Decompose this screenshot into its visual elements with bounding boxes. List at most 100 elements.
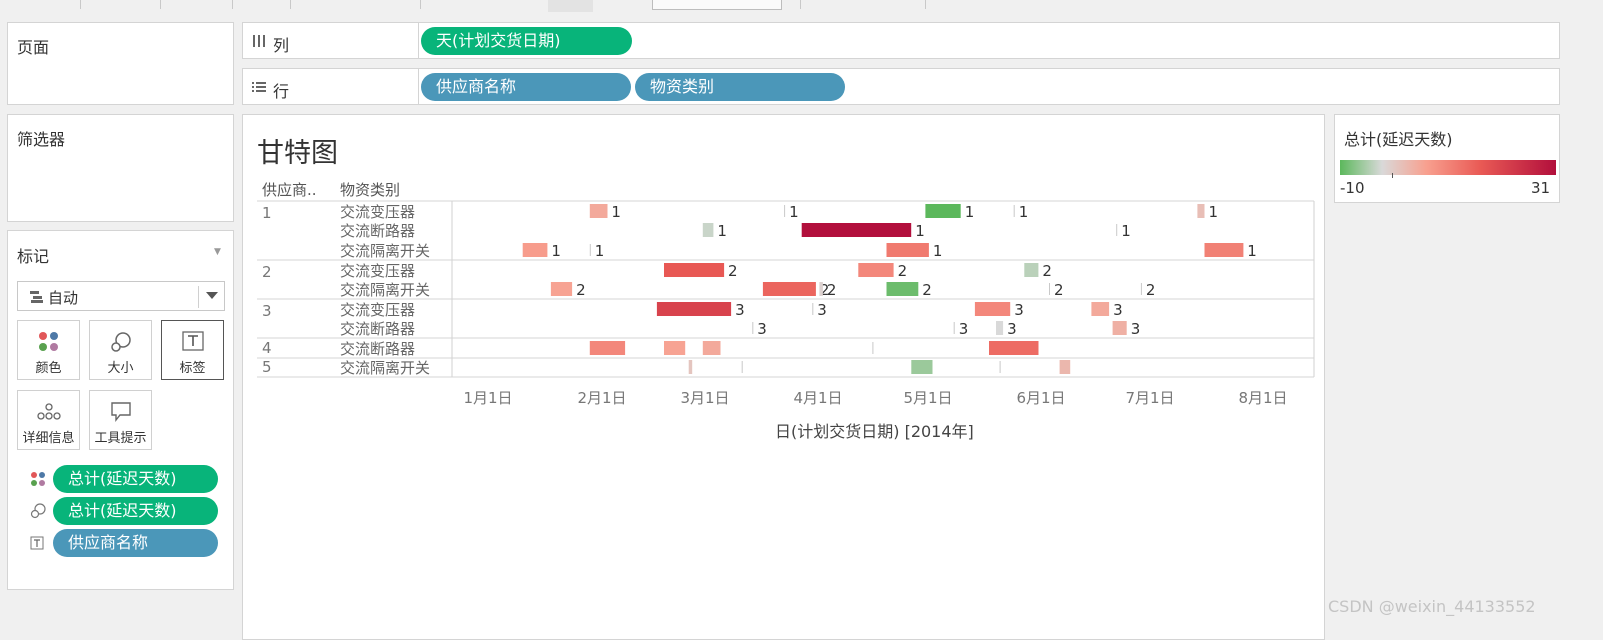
gantt-bar bbox=[996, 321, 1004, 335]
tooltip-button-label: 工具提示 bbox=[94, 431, 147, 446]
gantt-bar-label: 1 bbox=[595, 242, 605, 260]
gantt-bar bbox=[812, 303, 814, 315]
gantt-bar bbox=[664, 341, 686, 355]
size-button[interactable]: 大小 bbox=[89, 320, 152, 380]
worksheet[interactable]: 甘特图 供应商.. 物资类别 1 2 3 4 5 交流变压器 交流断路器 交流隔… bbox=[242, 114, 1325, 640]
toolbar-separator bbox=[800, 0, 801, 9]
gantt-bar bbox=[858, 263, 894, 277]
gantt-bar bbox=[801, 223, 912, 237]
gantt-bar-label: 3 bbox=[959, 320, 969, 338]
tooltip-button[interactable]: 工具提示 bbox=[89, 390, 152, 450]
gantt-bar bbox=[702, 341, 721, 355]
gantt-bar bbox=[1116, 224, 1118, 236]
gantt-bar-label: 1 bbox=[1121, 222, 1131, 240]
color-legend[interactable]: 总计(延迟天数) -10 31 bbox=[1334, 114, 1560, 203]
gantt-bar-label: 2 bbox=[827, 281, 837, 299]
gantt-bar bbox=[925, 204, 961, 218]
gantt-bar bbox=[784, 205, 786, 217]
columns-icon bbox=[253, 35, 265, 47]
gantt-bar bbox=[1140, 283, 1142, 295]
pages-title: 页面 bbox=[17, 38, 50, 57]
marks-menu-caret-icon[interactable]: ▼ bbox=[214, 247, 221, 257]
x-tick-label: 8月1日 bbox=[1238, 389, 1288, 407]
x-tick-label: 7月1日 bbox=[1125, 389, 1175, 407]
mark-type-select[interactable]: 自动 bbox=[17, 281, 225, 311]
gantt-bar-label: 3 bbox=[757, 320, 767, 338]
gantt-bar-label: 1 bbox=[717, 222, 727, 240]
gantt-bar bbox=[999, 361, 1001, 373]
size-field-pill[interactable]: 总计(延迟天数) bbox=[53, 497, 218, 525]
color-button-label: 颜色 bbox=[35, 361, 62, 376]
gantt-bar-label: 3 bbox=[1113, 301, 1123, 319]
gantt-bar bbox=[1024, 263, 1039, 277]
filters-panel[interactable]: 筛选器 bbox=[7, 114, 234, 222]
detail-button[interactable]: 详细信息 bbox=[17, 390, 80, 450]
rows-pill-supplier[interactable]: 供应商名称 bbox=[421, 73, 631, 101]
gantt-bar bbox=[741, 361, 743, 373]
gantt-bar-label: 1 bbox=[1209, 203, 1219, 221]
gantt-bar bbox=[911, 360, 933, 374]
color-dots-icon bbox=[31, 472, 45, 486]
gantt-bar bbox=[702, 223, 714, 237]
columns-pill-date[interactable]: 天(计划交货日期) bbox=[421, 27, 632, 55]
gantt-bar-label: 1 bbox=[965, 203, 975, 221]
gantt-bar bbox=[1091, 302, 1110, 316]
size-button-label: 大小 bbox=[107, 361, 134, 376]
toolbar-separator bbox=[80, 0, 81, 9]
gantt-bar bbox=[752, 322, 754, 334]
gantt-bar bbox=[550, 282, 573, 296]
rows-shelf[interactable]: 行 供应商名称 物资类别 bbox=[242, 68, 1560, 105]
mark-type-auto-icon bbox=[30, 291, 43, 303]
x-tick-label: 4月1日 bbox=[793, 389, 843, 407]
text-label-icon bbox=[30, 536, 44, 550]
pages-panel[interactable]: 页面 bbox=[7, 22, 234, 105]
gantt-bar bbox=[1049, 283, 1050, 295]
gantt-bar-label: 3 bbox=[1014, 301, 1024, 319]
columns-label: 列 bbox=[273, 36, 290, 55]
label-field-pill[interactable]: 供应商名称 bbox=[53, 529, 218, 557]
gantt-bar-label: 1 bbox=[551, 242, 561, 260]
toolbar-separator bbox=[925, 0, 926, 9]
gantt-bar bbox=[1112, 321, 1127, 335]
gantt-bar bbox=[1013, 205, 1015, 217]
columns-shelf[interactable]: 列 天(计划交货日期) bbox=[242, 22, 1560, 59]
rows-pill-category[interactable]: 物资类别 bbox=[635, 73, 845, 101]
gantt-bar bbox=[656, 302, 732, 316]
color-button[interactable]: 颜色 bbox=[17, 320, 80, 380]
gantt-bar bbox=[886, 243, 929, 257]
gantt-bar-label: 1 bbox=[611, 203, 621, 221]
label-button[interactable]: 标签 bbox=[161, 320, 224, 380]
gantt-bar bbox=[886, 282, 919, 296]
toolbar-dropdown[interactable] bbox=[652, 0, 782, 10]
x-tick-label: 6月1日 bbox=[1016, 389, 1066, 407]
mark-type-value: 自动 bbox=[48, 289, 79, 307]
gantt-bar-label: 1 bbox=[933, 242, 943, 260]
gantt-bar-label: 3 bbox=[735, 301, 745, 319]
gantt-bar-label: 2 bbox=[576, 281, 586, 299]
toolbar-tab-fragment[interactable] bbox=[548, 0, 593, 12]
marks-title: 标记 bbox=[17, 247, 50, 266]
gantt-bar bbox=[974, 302, 1011, 316]
gantt-bar-label: 2 bbox=[922, 281, 932, 299]
shelf-divider bbox=[418, 69, 419, 104]
gantt-bar-label: 1 bbox=[915, 222, 925, 240]
gantt-chart[interactable]: 1 1 1 1 11 1 11 1 1 12 2 22 22 2 2 23 3 3 33 3 3 3 bbox=[243, 115, 1326, 415]
size-circles-icon bbox=[30, 503, 46, 519]
select-divider bbox=[198, 286, 199, 308]
gantt-bar-label: 2 bbox=[898, 262, 908, 280]
chevron-down-icon bbox=[206, 292, 218, 299]
marks-panel: 标记 ▼ 自动 颜色 大小 标签 详细信息 工具提示 总计(延迟天数) 总计(延… bbox=[7, 230, 234, 590]
legend-zero-marker bbox=[1392, 173, 1393, 178]
legend-gradient bbox=[1340, 160, 1556, 175]
shelf-divider bbox=[418, 23, 419, 58]
toolbar-separator bbox=[232, 0, 233, 9]
detail-dots-icon bbox=[36, 403, 61, 420]
detail-button-label: 详细信息 bbox=[22, 431, 75, 446]
x-axis-title[interactable]: 日(计划交货日期) [2014年] bbox=[775, 418, 974, 442]
toolbar-strip bbox=[0, 0, 1603, 14]
gantt-bar-label: 3 bbox=[817, 301, 827, 319]
rows-label: 行 bbox=[273, 82, 290, 101]
gantt-bar bbox=[989, 341, 1039, 355]
gantt-bar bbox=[589, 244, 591, 256]
color-field-pill[interactable]: 总计(延迟天数) bbox=[53, 465, 218, 493]
